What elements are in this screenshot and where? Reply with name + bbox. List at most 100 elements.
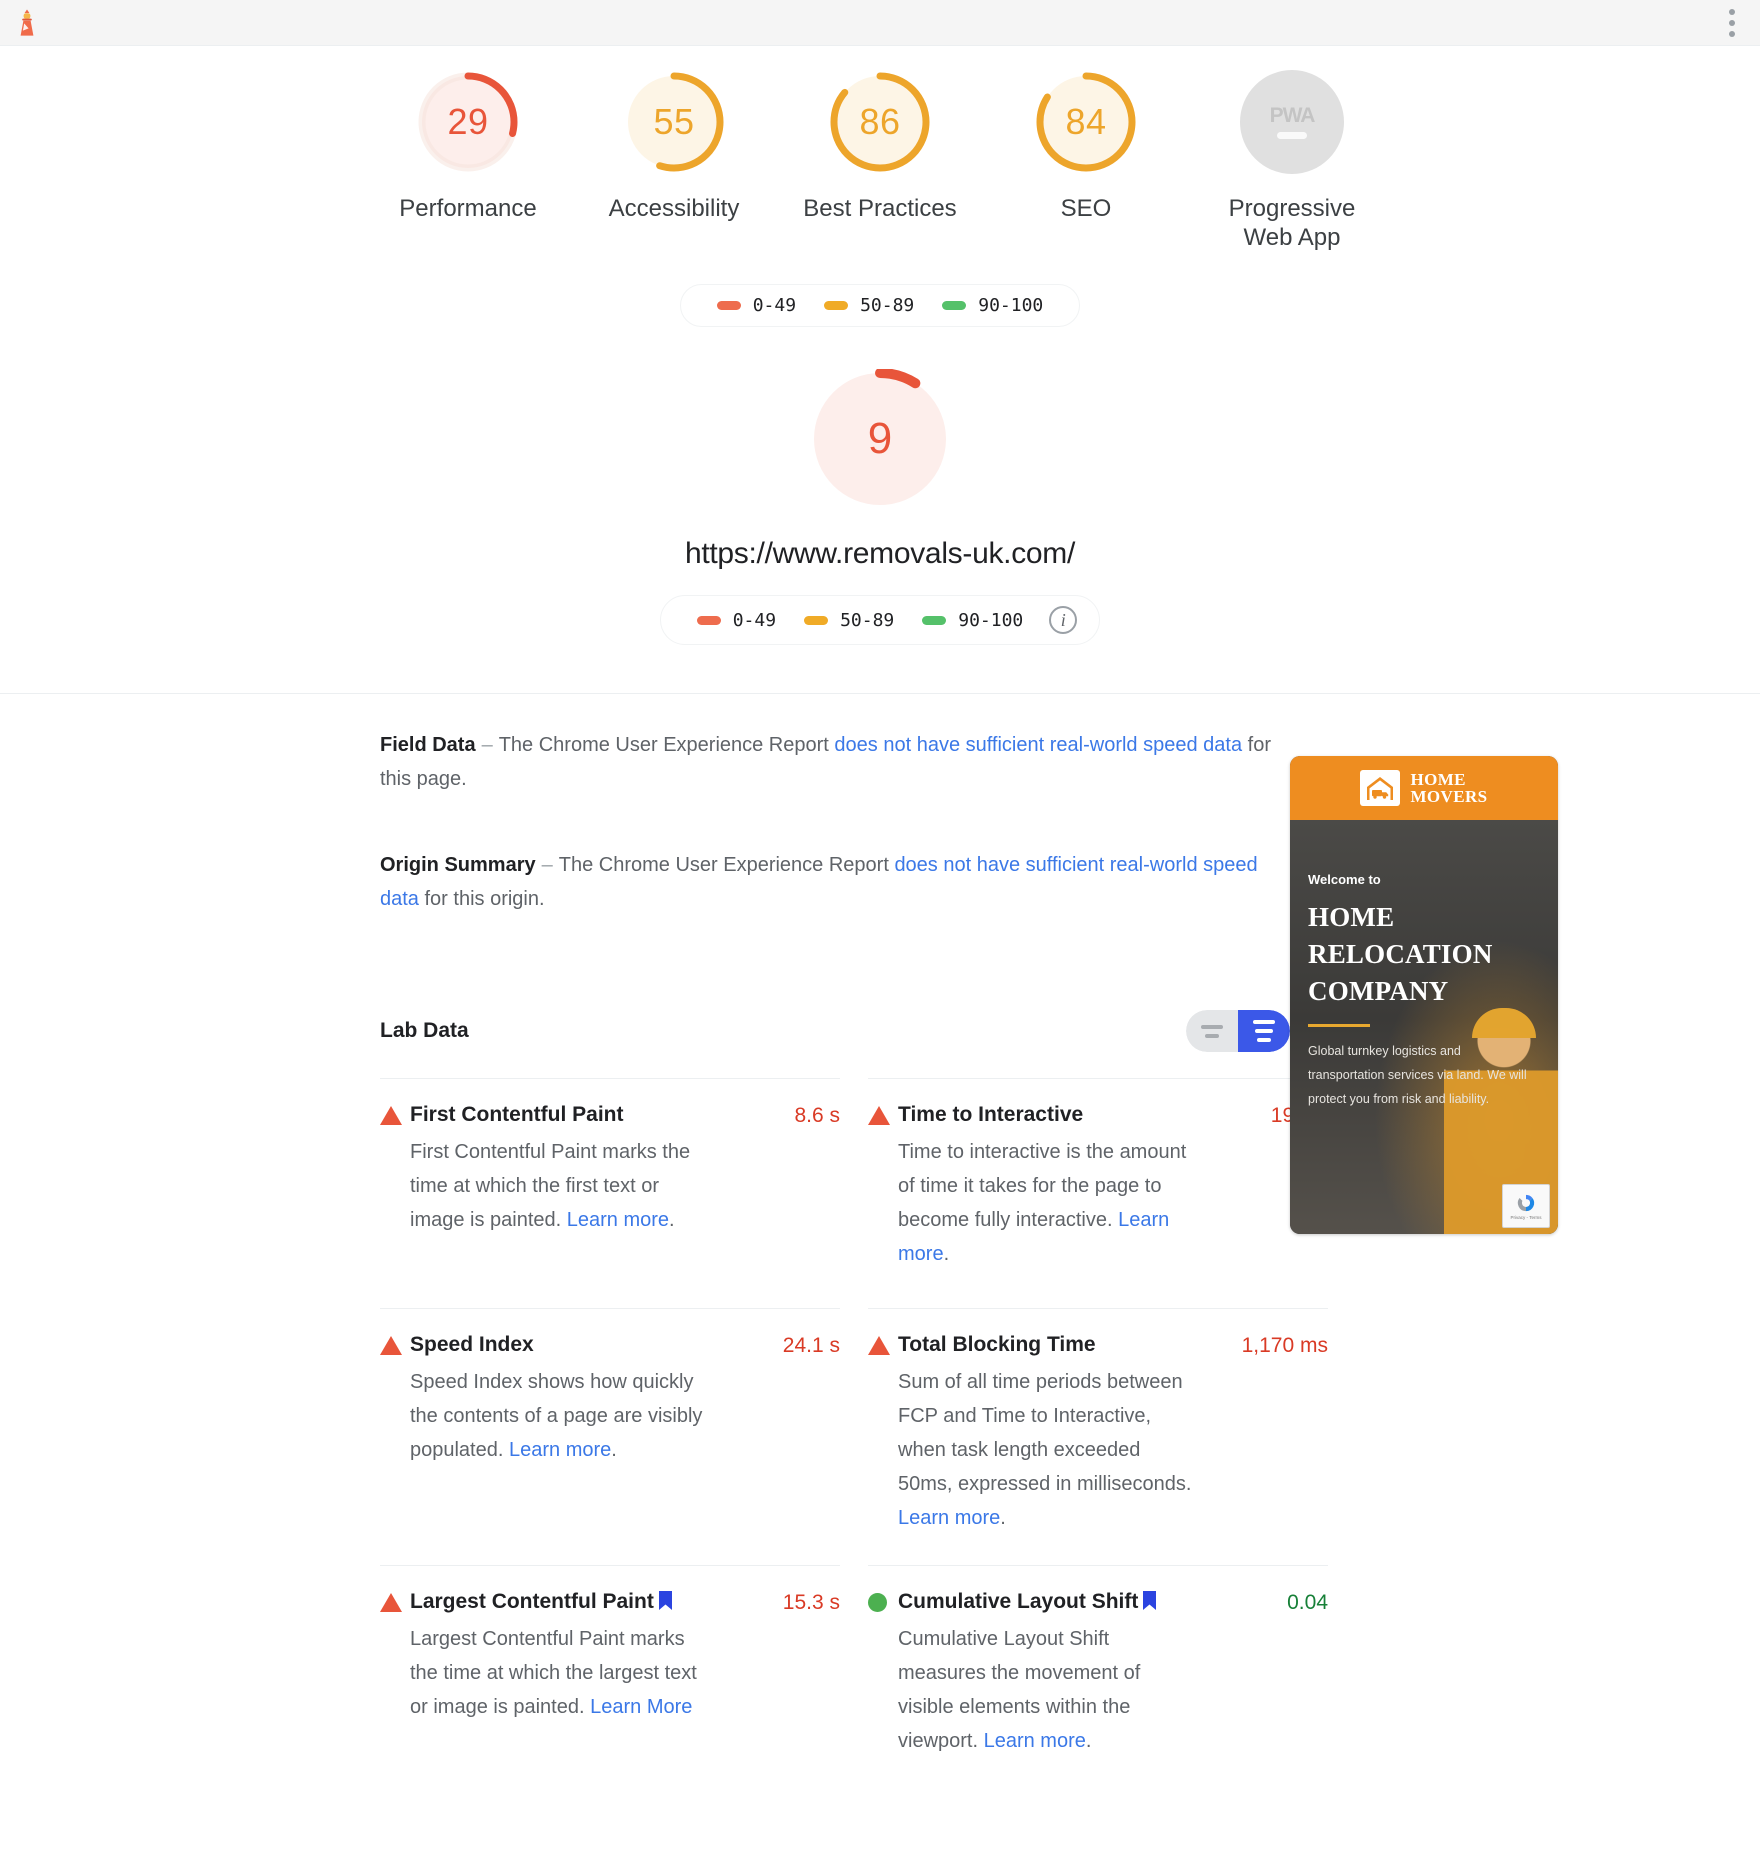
legend-text-average: 50-89 — [860, 295, 915, 316]
legend-text-fail: 0-49 — [732, 609, 777, 631]
kebab-dot — [1729, 8, 1735, 15]
overall-gauge: 9 — [810, 369, 950, 509]
field-data-text-before: The Chrome User Experience Report — [498, 734, 835, 756]
category-legend: 0-49 50-89 90-100 — [679, 284, 1081, 327]
screenshot-welcome: Welcome to — [1308, 872, 1381, 887]
screenshot-rule — [1308, 1024, 1370, 1027]
legend-swatch-average — [804, 615, 829, 625]
learn-more-link[interactable]: Learn more — [984, 1730, 1086, 1752]
screenshot-brand: HOME MOVERS — [1410, 771, 1487, 805]
kebab-dot — [1729, 30, 1735, 37]
legend-swatch-pass — [922, 615, 947, 625]
report-main-column: Field Data – The Chrome User Experience Re… — [0, 728, 1328, 1795]
toggle-line — [1201, 1024, 1223, 1029]
analyzed-url: https://www.removals-uk.com/ — [684, 537, 1076, 570]
page-screenshot-thumbnail: HOME MOVERS Welcome to HOME RELOCATION C… — [1290, 756, 1558, 1234]
metric-description: Speed Index shows how quickly the conten… — [410, 1365, 708, 1467]
recaptcha-label: Privacy - Terms — [1510, 1215, 1542, 1220]
lab-data-title: Lab Data — [380, 1019, 469, 1042]
gauge-label-best-practices: Best Practices — [803, 195, 957, 222]
field-data-dash: – — [481, 734, 493, 756]
learn-more-link[interactable]: Learn more — [567, 1209, 669, 1231]
lab-data-header: Lab Data — [380, 1010, 1290, 1052]
metric-description: Cumulative Layout Shift measures the mov… — [898, 1622, 1196, 1758]
gauge-label-seo: SEO — [1060, 195, 1112, 222]
origin-summary-title: Origin Summary — [380, 854, 536, 876]
screenshot-headline: HOME RELOCATION COMPANY — [1308, 902, 1493, 1006]
metric-name: Cumulative Layout Shift — [898, 1590, 1139, 1613]
toggle-line — [1257, 1038, 1271, 1042]
legend-swatch-fail — [696, 615, 721, 625]
learn-more-link[interactable]: Learn More — [590, 1696, 692, 1718]
learn-more-link[interactable]: Learn more — [509, 1439, 611, 1461]
expanded-view-icon[interactable] — [1238, 1010, 1290, 1052]
legend-text-fail: 0-49 — [752, 295, 797, 316]
origin-summary-block: Origin Summary – The Chrome User Experienc… — [380, 848, 1280, 916]
lighthouse-icon — [14, 8, 40, 38]
metric-desc-tail: . — [1000, 1507, 1006, 1529]
overall-legend: 0-49 50-89 90-100 i — [659, 595, 1101, 645]
toggle-line — [1205, 1033, 1219, 1038]
metric-desc-tail: . — [1085, 1730, 1092, 1752]
metric-largest-contentful-paint: Largest Contentful Paint Largest Content… — [380, 1565, 840, 1795]
metric-name: Speed Index — [410, 1333, 534, 1356]
gauge-score-best-practices: 86 — [859, 101, 901, 142]
metric-desc-text: Sum of all time periods between FCP and … — [898, 1371, 1192, 1495]
pwa-badge-label: PWA — [1269, 104, 1316, 127]
screenshot-hero: Welcome to HOME RELOCATION COMPANY Globa… — [1290, 820, 1558, 1234]
legend-item-pass: 90-100 — [922, 610, 1023, 631]
compact-view-icon[interactable] — [1186, 1010, 1238, 1052]
metric-desc-tail: . — [669, 1209, 675, 1231]
legend-swatch-pass — [942, 301, 967, 310]
screenshot-site-header: HOME MOVERS — [1290, 756, 1558, 820]
legend-text-pass: 90-100 — [978, 295, 1044, 316]
screenshot-brand-line2: MOVERS — [1410, 787, 1488, 806]
gauge-performance[interactable]: 29 Performance — [365, 60, 571, 223]
gauge-best-practices[interactable]: 86 Best Practices — [777, 60, 983, 223]
bookmark-flag-icon — [1142, 1591, 1157, 1615]
metric-description: Sum of all time periods between FCP and … — [898, 1365, 1196, 1535]
metric-name: Total Blocking Time — [898, 1333, 1096, 1356]
info-icon[interactable]: i — [1049, 606, 1078, 634]
warning-triangle-icon — [380, 1101, 410, 1125]
field-data-block: Field Data – The Chrome User Experience Re… — [380, 728, 1280, 796]
field-data-title: Field Data — [380, 734, 476, 756]
overall-score-section: 9 https://www.removals-uk.com/ — [0, 369, 1760, 571]
category-gauges: 29 Performance 55 Accessibility 86 Best … — [0, 60, 1760, 252]
category-legend-row: 0-49 50-89 90-100 — [0, 284, 1760, 327]
gauge-label-pwa: Progressive Web App — [1228, 195, 1356, 251]
lab-data-view-toggle — [1186, 1010, 1290, 1052]
legend-item-fail: 0-49 — [716, 295, 797, 316]
page-screenshot-column: HOME MOVERS Welcome to HOME RELOCATION C… — [1290, 728, 1760, 1795]
gauge-accessibility[interactable]: 55 Accessibility — [571, 60, 777, 223]
metric-cumulative-layout-shift: Cumulative Layout Shift Cumulative Layou… — [868, 1565, 1328, 1795]
gauge-label-performance: Performance — [399, 195, 537, 222]
screenshot-brand-line1: HOME — [1410, 770, 1466, 789]
legend-item-average: 50-89 — [824, 295, 914, 316]
metric-description: First Contentful Paint marks the time at… — [410, 1135, 708, 1237]
scores-header: 29 Performance 55 Accessibility 86 Best … — [0, 46, 1760, 694]
kebab-dot — [1729, 19, 1735, 26]
metric-name: Time to Interactive — [898, 1103, 1084, 1126]
more-vertical-icon[interactable] — [1718, 6, 1746, 40]
gauge-score-seo: 84 — [1065, 101, 1107, 142]
pass-circle-icon — [868, 1588, 898, 1612]
legend-item-average: 50-89 — [804, 610, 894, 631]
gauge-score-performance: 29 — [447, 101, 489, 142]
learn-more-link[interactable]: Learn more — [898, 1507, 1000, 1529]
metric-total-blocking-time: Total Blocking Time Sum of all time peri… — [868, 1308, 1328, 1565]
metric-name: Largest Contentful Paint — [410, 1590, 654, 1613]
metric-value: 15.3 s — [782, 1591, 840, 1614]
gauge-seo[interactable]: 84 SEO — [983, 60, 1189, 223]
metric-speed-index: Speed Index Speed Index shows how quickl… — [380, 1308, 840, 1565]
warning-triangle-icon — [868, 1331, 898, 1355]
metric-value: 8.6 s — [794, 1104, 840, 1127]
field-data-link[interactable]: does not have sufficient real-world spee… — [834, 734, 1242, 756]
metric-desc-tail: . — [943, 1243, 950, 1265]
legend-text-pass: 90-100 — [958, 609, 1024, 631]
gauge-ring-accessibility: 55 — [622, 70, 726, 174]
toggle-line — [1253, 1020, 1275, 1024]
legend-swatch-fail — [716, 301, 741, 310]
gauge-pwa[interactable]: PWA Progressive Web App — [1189, 60, 1395, 252]
gauge-label-accessibility: Accessibility — [608, 195, 740, 222]
